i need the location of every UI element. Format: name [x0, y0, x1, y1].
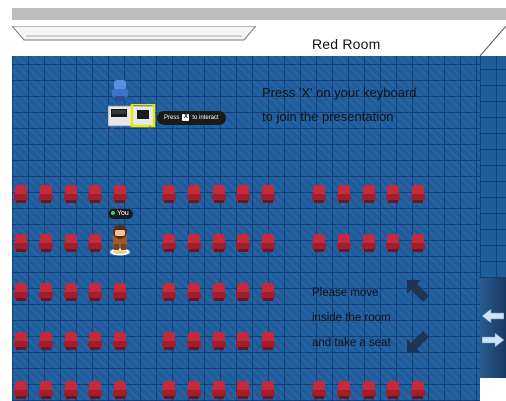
seat[interactable] — [162, 234, 176, 252]
seat[interactable] — [211, 381, 226, 399]
seat[interactable] — [186, 185, 201, 203]
seat[interactable] — [186, 381, 201, 399]
seat[interactable] — [411, 234, 426, 252]
door-arrow-right-icon[interactable] — [482, 333, 504, 347]
interact-key-badge: X — [182, 113, 190, 121]
seat[interactable] — [14, 332, 28, 350]
guidance-line2: inside the room — [312, 312, 391, 324]
seat[interactable] — [186, 283, 201, 301]
player-name-tag: You — [108, 209, 133, 219]
seat[interactable] — [411, 381, 426, 399]
seat[interactable] — [63, 234, 78, 252]
seat[interactable] — [336, 381, 351, 399]
seat[interactable] — [336, 185, 351, 203]
seat[interactable] — [236, 283, 251, 301]
join-instruction-line1: Press 'X' on your keyboard — [262, 85, 417, 100]
seat[interactable] — [211, 283, 226, 301]
seat[interactable] — [386, 185, 401, 203]
seat[interactable] — [38, 234, 53, 252]
seat[interactable] — [14, 185, 28, 203]
seat[interactable] — [88, 283, 103, 301]
interact-hint: Press Xto interact — [157, 111, 226, 125]
seat[interactable] — [261, 283, 276, 301]
seat[interactable] — [261, 332, 276, 350]
seat[interactable] — [261, 381, 276, 399]
seat[interactable] — [113, 283, 128, 301]
seat[interactable] — [63, 185, 78, 203]
door-arrow-left-icon[interactable] — [482, 309, 504, 323]
interact-hint-prefix: Press — [164, 115, 180, 121]
arrow-up-left-icon — [407, 280, 429, 302]
seat[interactable] — [88, 234, 103, 252]
seat[interactable] — [88, 185, 103, 203]
seat[interactable] — [261, 234, 276, 252]
seat[interactable] — [38, 381, 53, 399]
seat[interactable] — [186, 332, 201, 350]
seat[interactable] — [162, 381, 176, 399]
wall-panel — [12, 26, 256, 41]
seat[interactable] — [113, 185, 128, 203]
guidance-line1: Please move — [312, 287, 379, 299]
seat[interactable] — [38, 283, 53, 301]
seat[interactable] — [63, 381, 78, 399]
seat[interactable] — [361, 381, 376, 399]
top-wall — [12, 8, 506, 20]
guidance-line3: and take a seat — [312, 337, 391, 349]
room-title: Red Room — [312, 36, 381, 52]
seat[interactable] — [236, 185, 251, 203]
arrow-down-left-icon — [407, 331, 429, 353]
online-status-dot — [111, 211, 115, 216]
wall-corner — [479, 26, 506, 56]
seat[interactable] — [211, 185, 226, 203]
room-floor-right — [480, 56, 506, 278]
seat[interactable] — [162, 332, 176, 350]
seat[interactable] — [14, 381, 28, 399]
seat[interactable] — [312, 234, 326, 252]
seat[interactable] — [113, 381, 128, 399]
seat[interactable] — [386, 234, 401, 252]
seat[interactable] — [14, 283, 28, 301]
seat[interactable] — [361, 185, 376, 203]
interact-hint-suffix: to interact — [192, 115, 219, 121]
seat[interactable] — [88, 381, 103, 399]
seat[interactable] — [63, 283, 78, 301]
seat[interactable] — [113, 332, 128, 350]
seat[interactable] — [88, 332, 103, 350]
seat[interactable] — [162, 185, 176, 203]
seat[interactable] — [236, 332, 251, 350]
seat[interactable] — [38, 185, 53, 203]
seat[interactable] — [211, 332, 226, 350]
seat[interactable] — [14, 234, 28, 252]
seat[interactable] — [38, 332, 53, 350]
presenter-chair — [112, 80, 128, 101]
seat[interactable] — [236, 381, 251, 399]
seat[interactable] — [162, 283, 176, 301]
seat[interactable] — [336, 234, 351, 252]
seat[interactable] — [236, 234, 251, 252]
seat[interactable] — [361, 234, 376, 252]
seat[interactable] — [63, 332, 78, 350]
seat[interactable] — [261, 185, 276, 203]
player-label: You — [117, 210, 129, 217]
seat[interactable] — [211, 234, 226, 252]
seat[interactable] — [312, 185, 326, 203]
side-door[interactable] — [480, 278, 506, 378]
seat[interactable] — [186, 234, 201, 252]
presenter-desk[interactable] — [108, 104, 156, 132]
join-instruction-line2: to join the presentation — [262, 109, 394, 124]
seat[interactable] — [386, 381, 401, 399]
seat[interactable] — [411, 185, 426, 203]
seat[interactable] — [312, 381, 326, 399]
player-avatar — [110, 225, 130, 256]
